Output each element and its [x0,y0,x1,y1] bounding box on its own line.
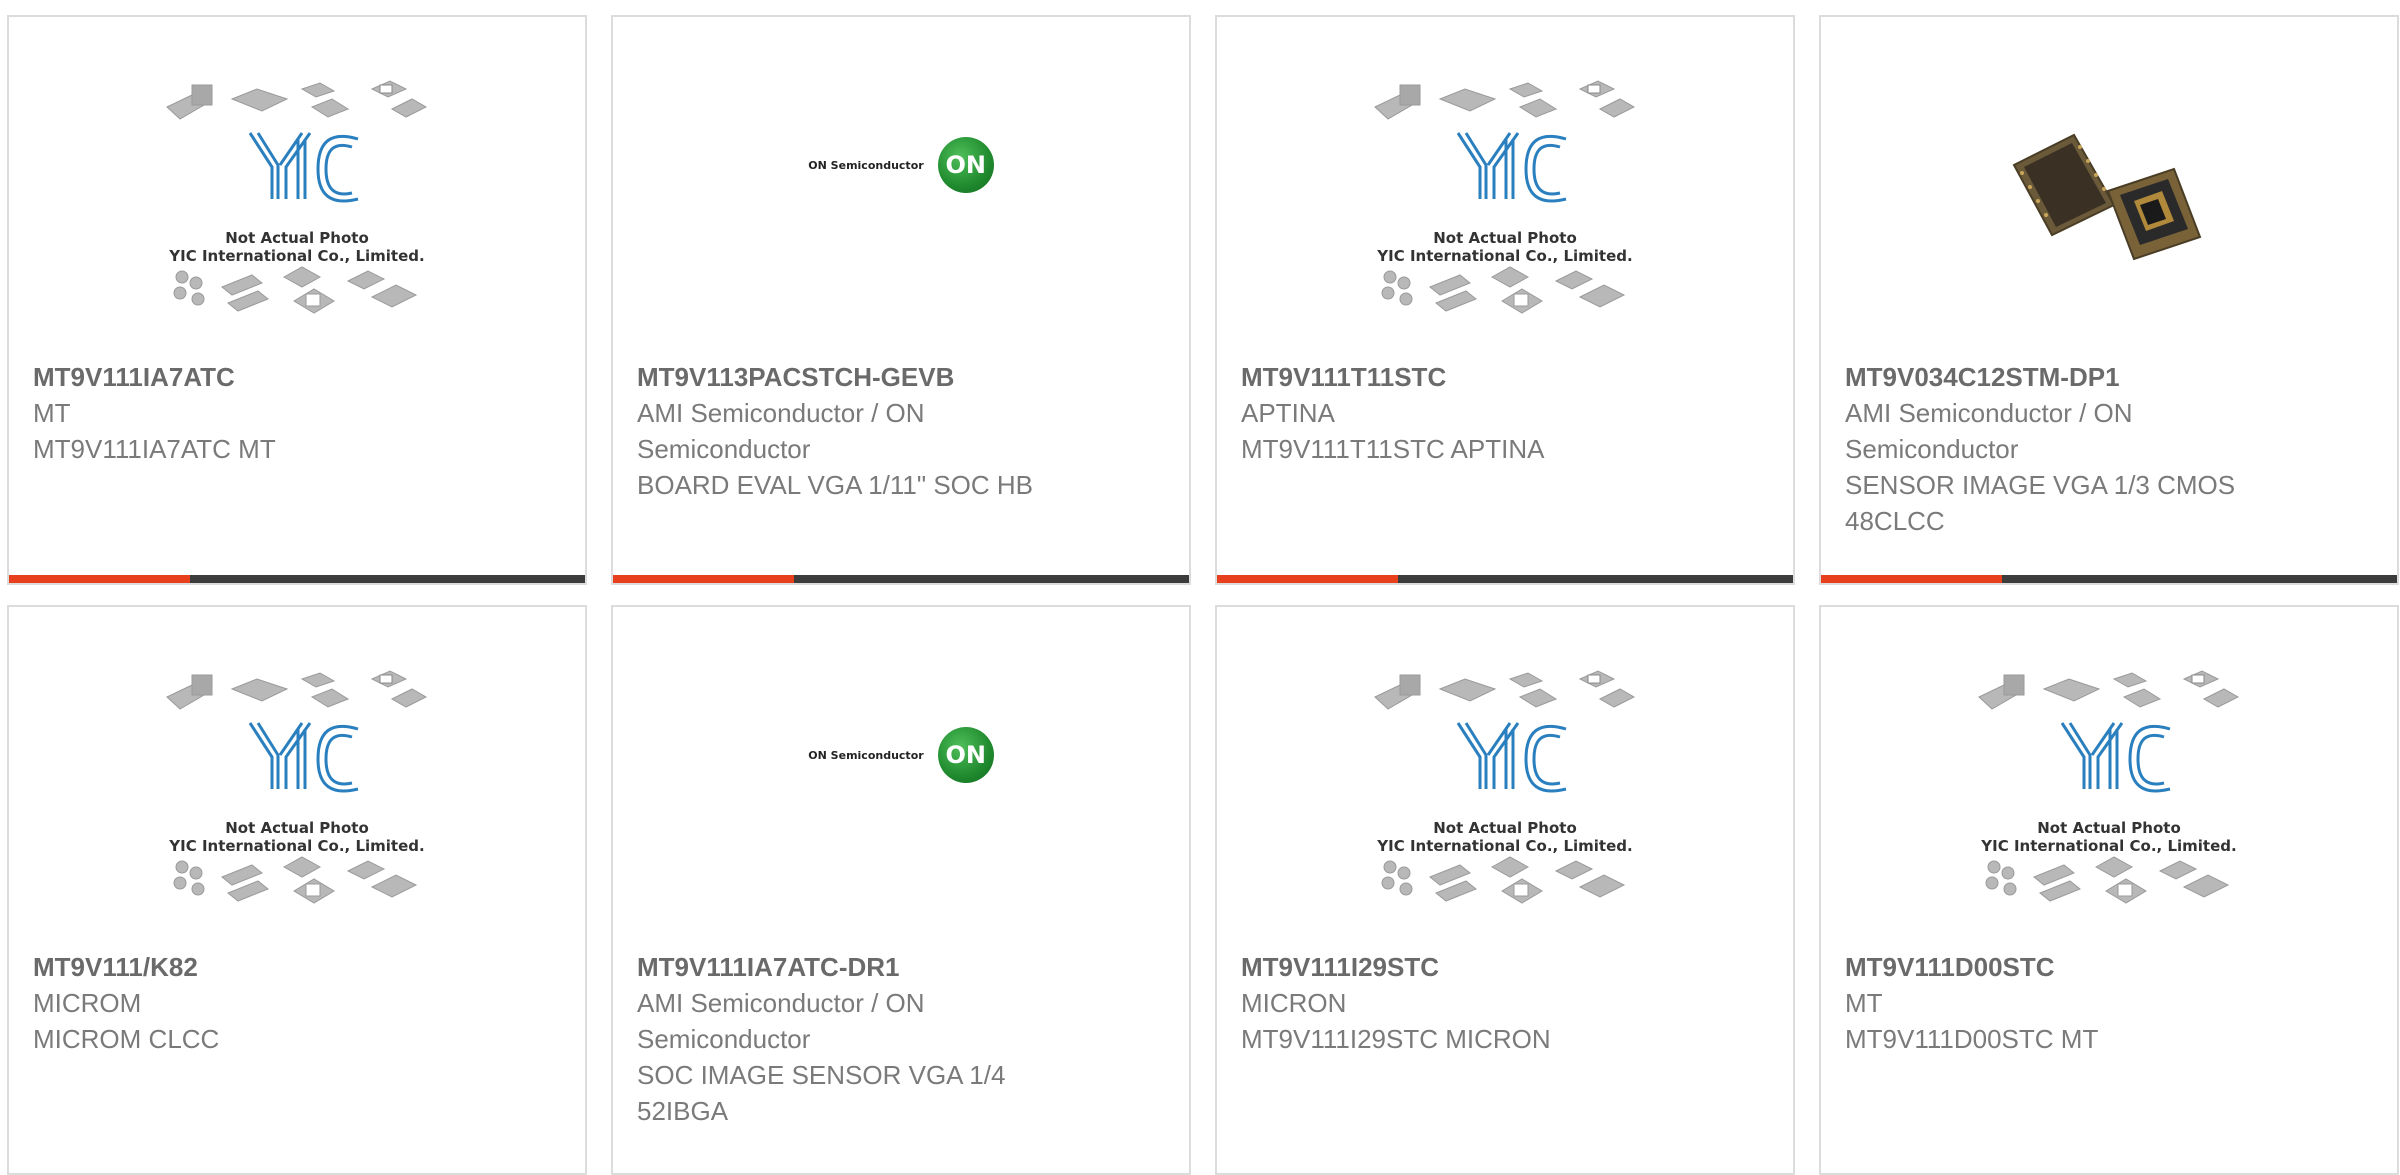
product-card[interactable]: Not Actual Photo YIC International Co., … [1819,605,2399,1175]
yic-placeholder-image: Not Actual Photo YIC International Co., … [1974,667,2244,907]
card-footer-bar [9,575,585,583]
product-part-number[interactable]: MT9V111D00STC [1845,949,2305,985]
product-description: MT9V111D00STC MT [1845,1024,2099,1054]
placeholder-caption-line1: Not Actual Photo [2037,819,2181,837]
product-card[interactable]: Not Actual Photo YIC International Co., … [1215,605,1795,1175]
placeholder-caption-line2: YIC International Co., Limited. [169,247,425,265]
product-part-number[interactable]: MT9V111/K82 [33,949,493,985]
placeholder-caption-line1: Not Actual Photo [225,229,369,247]
product-manufacturer: MT [33,398,71,428]
placeholder-caption-line1: Not Actual Photo [1433,819,1577,837]
product-info: MT9V111I29STC MICRON MT9V111I29STC MICRON [1241,949,1701,1057]
product-description: MICROM CLCC [33,1024,220,1054]
yic-placeholder-image: Not Actual Photo YIC International Co., … [1370,77,1640,317]
product-image[interactable]: Not Actual Photo YIC International Co., … [9,667,585,947]
yic-placeholder-image: Not Actual Photo YIC International Co., … [1370,667,1640,907]
placeholder-caption-line2: YIC International Co., Limited. [169,837,425,855]
yic-placeholder-image: Not Actual Photo YIC International Co., … [162,667,432,907]
yic-placeholder-image: Not Actual Photo YIC International Co., … [162,77,432,317]
placeholder-caption-line2: YIC International Co., Limited. [1377,247,1633,265]
product-info: MT9V113PACSTCH-GEVB AMI Semiconductor / O… [637,359,1097,503]
product-manufacturer: APTINA [1241,398,1335,428]
product-description: MT9V111T11STC APTINA [1241,434,1545,464]
product-image[interactable]: Not Actual Photo YIC International Co., … [9,77,585,357]
card-footer-bar [1821,575,2397,583]
product-manufacturer: MT [1845,988,1883,1018]
product-description: BOARD EVAL VGA 1/11" SOC HB [637,470,1034,500]
product-image[interactable]: Not Actual Photo YIC International Co., … [1217,667,1793,947]
product-manufacturer: AMI Semiconductor / ON Semiconductor [1845,398,2133,464]
card-footer-accent [613,575,794,583]
product-manufacturer: MICRON [1241,988,1347,1018]
product-card[interactable]: Not Actual Photo YIC International Co., … [1215,15,1795,585]
product-part-number[interactable]: MT9V113PACSTCH-GEVB [637,359,1097,395]
product-part-number[interactable]: MT9V034C12STM-DP1 [1845,359,2305,395]
product-image[interactable]: Not Actual Photo YIC International Co., … [1217,77,1793,357]
on-logo-ball: ON [937,137,994,193]
image-sensor-chip-photo [2004,95,2214,285]
product-image[interactable] [1821,77,2397,357]
product-info: MT9V111T11STC APTINA MT9V111T11STC APTINA [1241,359,1701,467]
product-card[interactable]: MT9V034C12STM-DP1 AMI Semiconductor / ON … [1819,15,2399,585]
product-info: MT9V034C12STM-DP1 AMI Semiconductor / ON … [1845,359,2305,539]
product-image[interactable]: Not Actual Photo YIC International Co., … [1821,667,2397,947]
product-manufacturer: AMI Semiconductor / ON Semiconductor [637,988,925,1054]
product-info: MT9V111/K82 MICROM MICROM CLCC [33,949,493,1057]
product-description: SOC IMAGE SENSOR VGA 1/4 52IBGA [637,1060,1006,1126]
placeholder-caption-line1: Not Actual Photo [225,819,369,837]
product-info: MT9V111D00STC MT MT9V111D00STC MT [1845,949,2305,1057]
on-logo-ball: ON [937,727,994,783]
on-logo-text: ON Semiconductor [808,158,924,172]
product-part-number[interactable]: MT9V111IA7ATC [33,359,493,395]
on-semiconductor-logo: ON Semiconductor ON [808,137,994,193]
product-image[interactable]: ON Semiconductor ON [613,77,1189,357]
card-footer-bar [613,575,1189,583]
product-card[interactable]: Not Actual Photo YIC International Co., … [7,605,587,1175]
product-part-number[interactable]: MT9V111I29STC [1241,949,1701,985]
product-image[interactable]: ON Semiconductor ON [613,667,1189,947]
card-footer-bar [1217,575,1793,583]
product-info: MT9V111IA7ATC MT MT9V111IA7ATC MT [33,359,493,467]
product-manufacturer: AMI Semiconductor / ON Semiconductor [637,398,925,464]
product-card[interactable]: ON Semiconductor ON MT9V113PACSTCH-GEVB A… [611,15,1191,585]
product-card[interactable]: Not Actual Photo YIC International Co., … [7,15,587,585]
placeholder-caption-line2: YIC International Co., Limited. [1981,837,2237,855]
product-manufacturer: MICROM [33,988,142,1018]
card-footer-accent [1821,575,2002,583]
product-info: MT9V111IA7ATC-DR1 AMI Semiconductor / ON … [637,949,1097,1129]
placeholder-caption-line2: YIC International Co., Limited. [1377,837,1633,855]
placeholder-caption-line1: Not Actual Photo [1433,229,1577,247]
product-grid: Not Actual Photo YIC International Co., … [7,15,2399,1175]
product-card[interactable]: ON Semiconductor ON MT9V111IA7ATC-DR1 AMI… [611,605,1191,1175]
product-description: MT9V111IA7ATC MT [33,434,276,464]
on-logo-text: ON Semiconductor [808,748,924,762]
product-description: SENSOR IMAGE VGA 1/3 CMOS 48CLCC [1845,470,2236,536]
on-semiconductor-logo: ON Semiconductor ON [808,727,994,783]
product-description: MT9V111I29STC MICRON [1241,1024,1551,1054]
card-footer-accent [9,575,190,583]
card-footer-accent [1217,575,1398,583]
product-part-number[interactable]: MT9V111IA7ATC-DR1 [637,949,1097,985]
product-part-number[interactable]: MT9V111T11STC [1241,359,1701,395]
